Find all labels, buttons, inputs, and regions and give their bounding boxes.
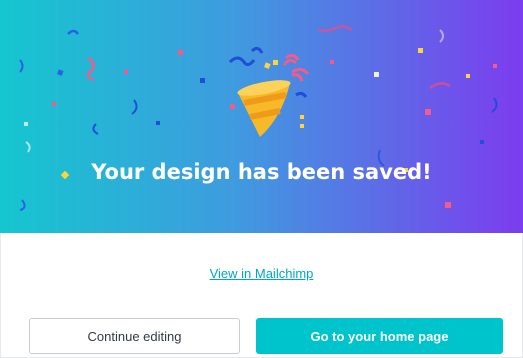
link-row: View in Mailchimp (0, 265, 523, 283)
go-to-home-page-button[interactable]: Go to your home page (256, 318, 503, 354)
save-success-dialog: Your design has been saved! View in Mail… (0, 0, 523, 358)
party-popper-icon (237, 46, 308, 137)
dialog-title: Your design has been saved! (91, 160, 432, 184)
celebration-banner: Your design has been saved! (0, 0, 523, 233)
view-in-mailchimp-link[interactable]: View in Mailchimp (210, 266, 314, 281)
continue-editing-button[interactable]: Continue editing (29, 318, 240, 354)
